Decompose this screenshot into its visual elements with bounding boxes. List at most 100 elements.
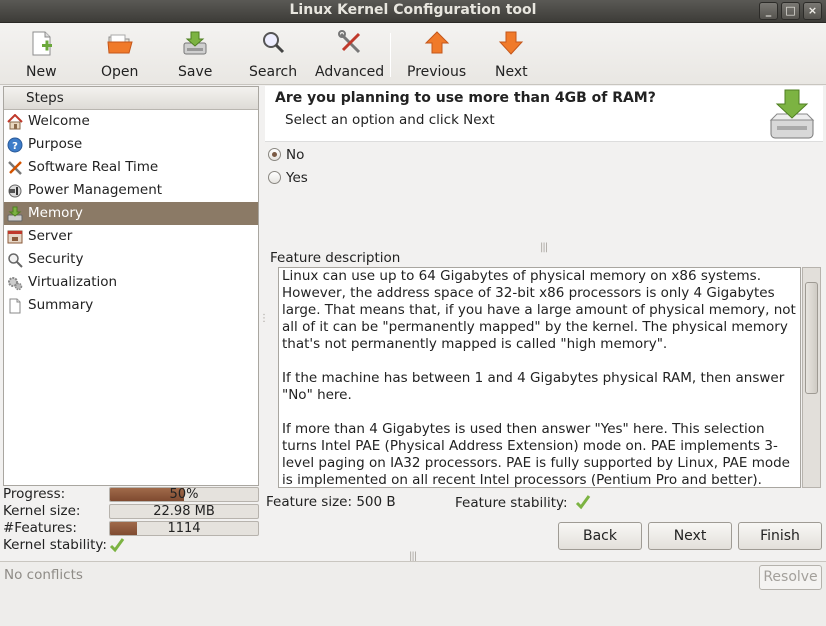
kernel-stability-label: Kernel stability: bbox=[3, 537, 107, 553]
server-icon bbox=[7, 230, 23, 244]
open-label: Open bbox=[101, 64, 139, 80]
search-label: Search bbox=[249, 64, 298, 80]
features-bar: 1114 bbox=[109, 521, 259, 536]
gears-icon bbox=[8, 277, 23, 291]
memory-download-icon bbox=[769, 89, 815, 139]
features-row: #Features: 1114 bbox=[3, 520, 259, 537]
kernel-stability-row: Kernel stability: bbox=[3, 537, 259, 554]
radio-yes-indicator[interactable] bbox=[268, 171, 281, 184]
help-icon: ? bbox=[7, 137, 23, 153]
step-label: Security bbox=[28, 251, 84, 267]
finish-button[interactable]: Finish bbox=[738, 522, 822, 550]
progress-bar: 50% bbox=[109, 487, 259, 502]
save-label: Save bbox=[178, 64, 213, 80]
question-subtitle: Select an option and click Next bbox=[285, 112, 495, 128]
step-security[interactable]: Security bbox=[4, 248, 258, 271]
back-button[interactable]: Back bbox=[558, 522, 642, 550]
progress-value: 50% bbox=[169, 487, 199, 502]
progress-label: Progress: bbox=[3, 486, 66, 502]
feature-paragraph: If the machine has between 1 and 4 Gigab… bbox=[282, 370, 785, 403]
kernel-size-label: Kernel size: bbox=[3, 503, 81, 519]
checkmark-icon bbox=[575, 495, 591, 510]
maximize-button[interactable]: □ bbox=[781, 2, 800, 20]
step-software-real-time[interactable]: Software Real Time bbox=[4, 156, 258, 179]
close-button[interactable]: × bbox=[803, 2, 822, 20]
feature-description-scrollbar[interactable] bbox=[802, 267, 821, 488]
step-purpose[interactable]: ? Purpose bbox=[4, 133, 258, 156]
step-label: Welcome bbox=[28, 113, 90, 129]
step-label: Software Real Time bbox=[28, 159, 159, 175]
memory-download-icon bbox=[7, 206, 23, 222]
previous-label: Previous bbox=[407, 64, 467, 80]
feature-stability: Feature stability: bbox=[455, 494, 591, 511]
step-label: Power Management bbox=[28, 182, 163, 198]
features-label: #Features: bbox=[3, 520, 77, 536]
step-label: Virtualization bbox=[28, 274, 118, 290]
pane-resize-handle-vertical[interactable]: ⋮ bbox=[259, 313, 269, 324]
kernel-size-field: 22.98 MB bbox=[109, 504, 259, 519]
features-value: 1114 bbox=[167, 521, 201, 536]
power-plug-icon bbox=[8, 184, 22, 198]
step-label: Server bbox=[28, 228, 73, 244]
step-memory[interactable]: Memory bbox=[4, 202, 258, 225]
document-icon bbox=[9, 298, 21, 314]
next-toolbar-label: Next bbox=[495, 64, 528, 80]
radio-yes[interactable]: Yes bbox=[268, 170, 308, 186]
step-label: Purpose bbox=[28, 136, 83, 152]
step-power-management[interactable]: Power Management bbox=[4, 179, 258, 202]
advanced-button[interactable]: Advanced bbox=[315, 29, 384, 80]
step-server[interactable]: Server bbox=[4, 225, 258, 248]
feature-stability-label: Feature stability: bbox=[455, 495, 568, 511]
conflicts-panel: No conflicts Resolve bbox=[0, 561, 826, 626]
advanced-label: Advanced bbox=[315, 64, 385, 80]
home-icon bbox=[7, 114, 23, 130]
save-icon bbox=[183, 31, 207, 55]
svg-text:?: ? bbox=[12, 141, 18, 152]
scrollbar-thumb[interactable] bbox=[805, 282, 818, 394]
toolbar: New Open Save Search Advanced Previous N… bbox=[0, 23, 826, 85]
conflicts-message: No conflicts bbox=[4, 567, 83, 583]
radio-yes-label: Yes bbox=[286, 170, 308, 186]
minimize-button[interactable]: _ bbox=[759, 2, 778, 20]
new-file-icon bbox=[32, 31, 53, 56]
radio-no[interactable]: No bbox=[268, 147, 304, 163]
checkmark-icon bbox=[109, 538, 125, 553]
next-button[interactable]: Next bbox=[648, 522, 732, 550]
tools-icon bbox=[8, 161, 22, 175]
search-button[interactable]: Search bbox=[249, 29, 297, 80]
steps-panel: Steps Welcome ? Purpose Software Real Ti… bbox=[3, 86, 259, 486]
toolbar-separator bbox=[390, 33, 391, 77]
radio-no-label: No bbox=[286, 147, 305, 163]
resolve-button[interactable]: Resolve bbox=[759, 565, 822, 590]
new-label: New bbox=[26, 64, 57, 80]
feature-paragraph: If more than 4 Gigabytes is used then an… bbox=[282, 421, 790, 488]
kernel-stats: Progress: 50% Kernel size: 22.98 MB #Fea… bbox=[3, 486, 259, 554]
step-label: Summary bbox=[28, 297, 94, 313]
question-panel: Are you planning to use more than 4GB of… bbox=[265, 86, 823, 142]
magnifier-icon bbox=[8, 253, 23, 268]
step-welcome[interactable]: Welcome bbox=[4, 110, 258, 133]
open-button[interactable]: Open bbox=[101, 29, 138, 80]
feature-paragraph: Linux can use up to 64 Gigabytes of phys… bbox=[282, 268, 796, 352]
steps-header[interactable]: Steps bbox=[4, 87, 258, 110]
kernel-size-value: 22.98 MB bbox=[153, 504, 215, 519]
window-title: Linux Kernel Configuration tool bbox=[289, 2, 537, 18]
step-label: Memory bbox=[28, 205, 83, 221]
feature-description-text[interactable]: Linux can use up to 64 Gigabytes of phys… bbox=[278, 267, 801, 488]
feature-size: Feature size: 500 B bbox=[266, 494, 396, 510]
pane-resize-handle[interactable]: ||| bbox=[540, 242, 548, 253]
previous-button[interactable]: Previous bbox=[407, 29, 466, 80]
step-virtualization[interactable]: Virtualization bbox=[4, 271, 258, 294]
arrow-down-icon bbox=[499, 31, 524, 55]
new-button[interactable]: New bbox=[26, 29, 57, 80]
advanced-tools-icon bbox=[337, 30, 360, 54]
feature-description-label: Feature description bbox=[270, 250, 401, 266]
search-icon bbox=[263, 32, 285, 54]
arrow-up-icon bbox=[424, 31, 449, 54]
radio-no-indicator[interactable] bbox=[268, 148, 281, 161]
step-summary[interactable]: Summary bbox=[4, 294, 258, 317]
kernel-size-row: Kernel size: 22.98 MB bbox=[3, 503, 259, 520]
next-toolbar-button[interactable]: Next bbox=[495, 29, 528, 80]
save-button[interactable]: Save bbox=[178, 29, 212, 80]
open-folder-icon bbox=[107, 34, 133, 54]
